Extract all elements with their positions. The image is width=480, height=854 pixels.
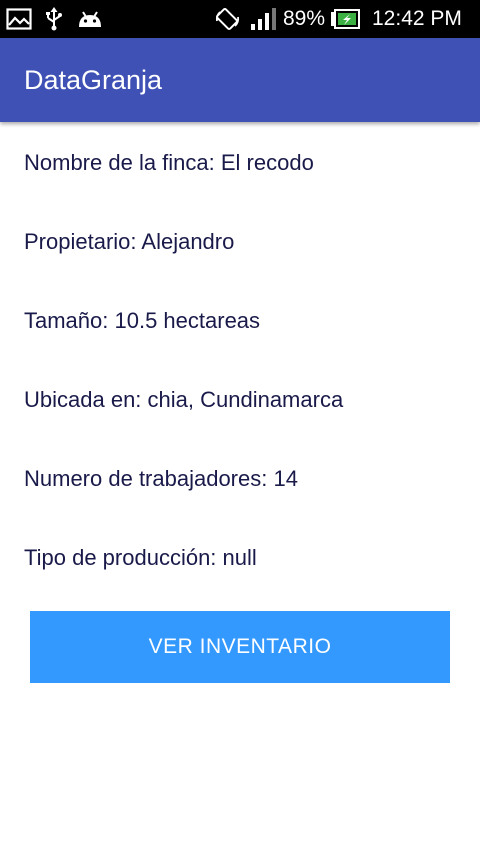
battery-percent: 89%: [283, 7, 326, 30]
farm-name-text: Nombre de la finca: El recodo: [24, 150, 314, 175]
owner-text: Propietario: Alejandro: [24, 229, 235, 254]
production-type-text: Tipo de producción: null: [24, 545, 257, 570]
image-icon: [6, 8, 32, 30]
signal-icon: [251, 8, 276, 30]
android-icon: [79, 11, 101, 27]
battery-icon: [331, 9, 360, 29]
status-bar: 89% 12:42 PM: [0, 0, 480, 38]
usb-icon: [46, 7, 62, 31]
app-bar: DataGranja: [0, 38, 480, 122]
screen-rotation-icon: [215, 8, 240, 30]
location-text: Ubicada en: chia, Cundinamarca: [24, 387, 344, 412]
workers-text: Numero de trabajadores: 14: [24, 466, 298, 491]
app-title: DataGranja: [24, 65, 163, 95]
size-text: Tamaño: 10.5 hectareas: [24, 308, 261, 333]
clock: 12:42 PM: [372, 7, 462, 30]
view-inventory-button[interactable]: VER INVENTARIO: [30, 611, 450, 683]
